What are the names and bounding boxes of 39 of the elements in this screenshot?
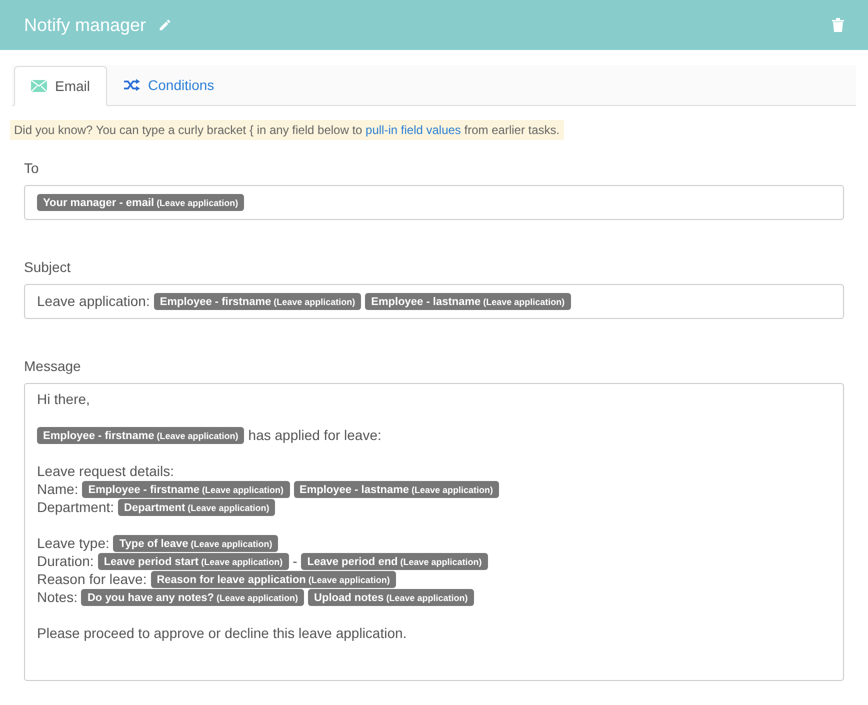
field-token: Employee - lastname (Leave application) (365, 292, 571, 310)
pencil-icon[interactable] (158, 18, 172, 32)
field-token: Department (Leave application) (118, 498, 276, 516)
shuffle-icon (124, 79, 140, 91)
message-text: - (292, 552, 298, 570)
field-token: Upload notes (Leave application) (308, 588, 474, 606)
envelope-icon (31, 80, 47, 92)
pull-in-link[interactable]: pull-in field values (366, 123, 461, 137)
tab[interactable]: Email (14, 66, 108, 106)
field-token: Employee - firstname (Leave application) (37, 426, 244, 444)
hint-text: Did you know? You can type a curly bracket { in any field below to pull-in field values from earlier tasks. (10, 120, 564, 140)
field-token: Reason for leave application (Leave application) (150, 570, 396, 588)
field-token: Your manager - email (Leave application) (37, 194, 244, 210)
field-token: Employee - lastname (Leave application) (294, 480, 499, 498)
input-field[interactable]: Your manager - email (Leave application) (24, 185, 844, 220)
tab[interactable]: Conditions (107, 65, 232, 105)
field-token: Leave period start (Leave application) (98, 552, 289, 570)
field-token: Leave period end (Leave application) (301, 552, 488, 570)
field-token: Employee - firstname (Leave application) (82, 480, 290, 498)
message-text: Name: (37, 480, 78, 498)
task-title: Notify manager (24, 14, 146, 37)
field-label: Subject (24, 258, 72, 277)
field-label: To (24, 159, 40, 178)
message-text: Notes: (37, 588, 78, 606)
message-text: Leave request details: (37, 462, 174, 480)
field-token: Employee - firstname (Leave application) (154, 292, 362, 310)
input-field[interactable]: Leave application: Employee - firstname (Leave application) Employee - lastname (Leave application) (24, 284, 844, 319)
message-text: Hi there, (37, 390, 90, 408)
message-text: Leave application: (37, 292, 150, 310)
message-text: Reason for leave: (37, 570, 147, 588)
message-text: Leave type: (37, 534, 110, 552)
message-text: Duration: (37, 552, 94, 570)
message-text: has applied for leave: (248, 426, 382, 444)
message-text: Department: (37, 498, 114, 516)
field-token: Type of leave (Leave application) (113, 534, 278, 552)
field-token: Do you have any notes? (Leave application) (81, 588, 304, 606)
trash-icon[interactable] (832, 18, 844, 32)
message-text: Please proceed to approve or decline this leave application. (37, 624, 407, 642)
field-label: Message (24, 357, 82, 376)
